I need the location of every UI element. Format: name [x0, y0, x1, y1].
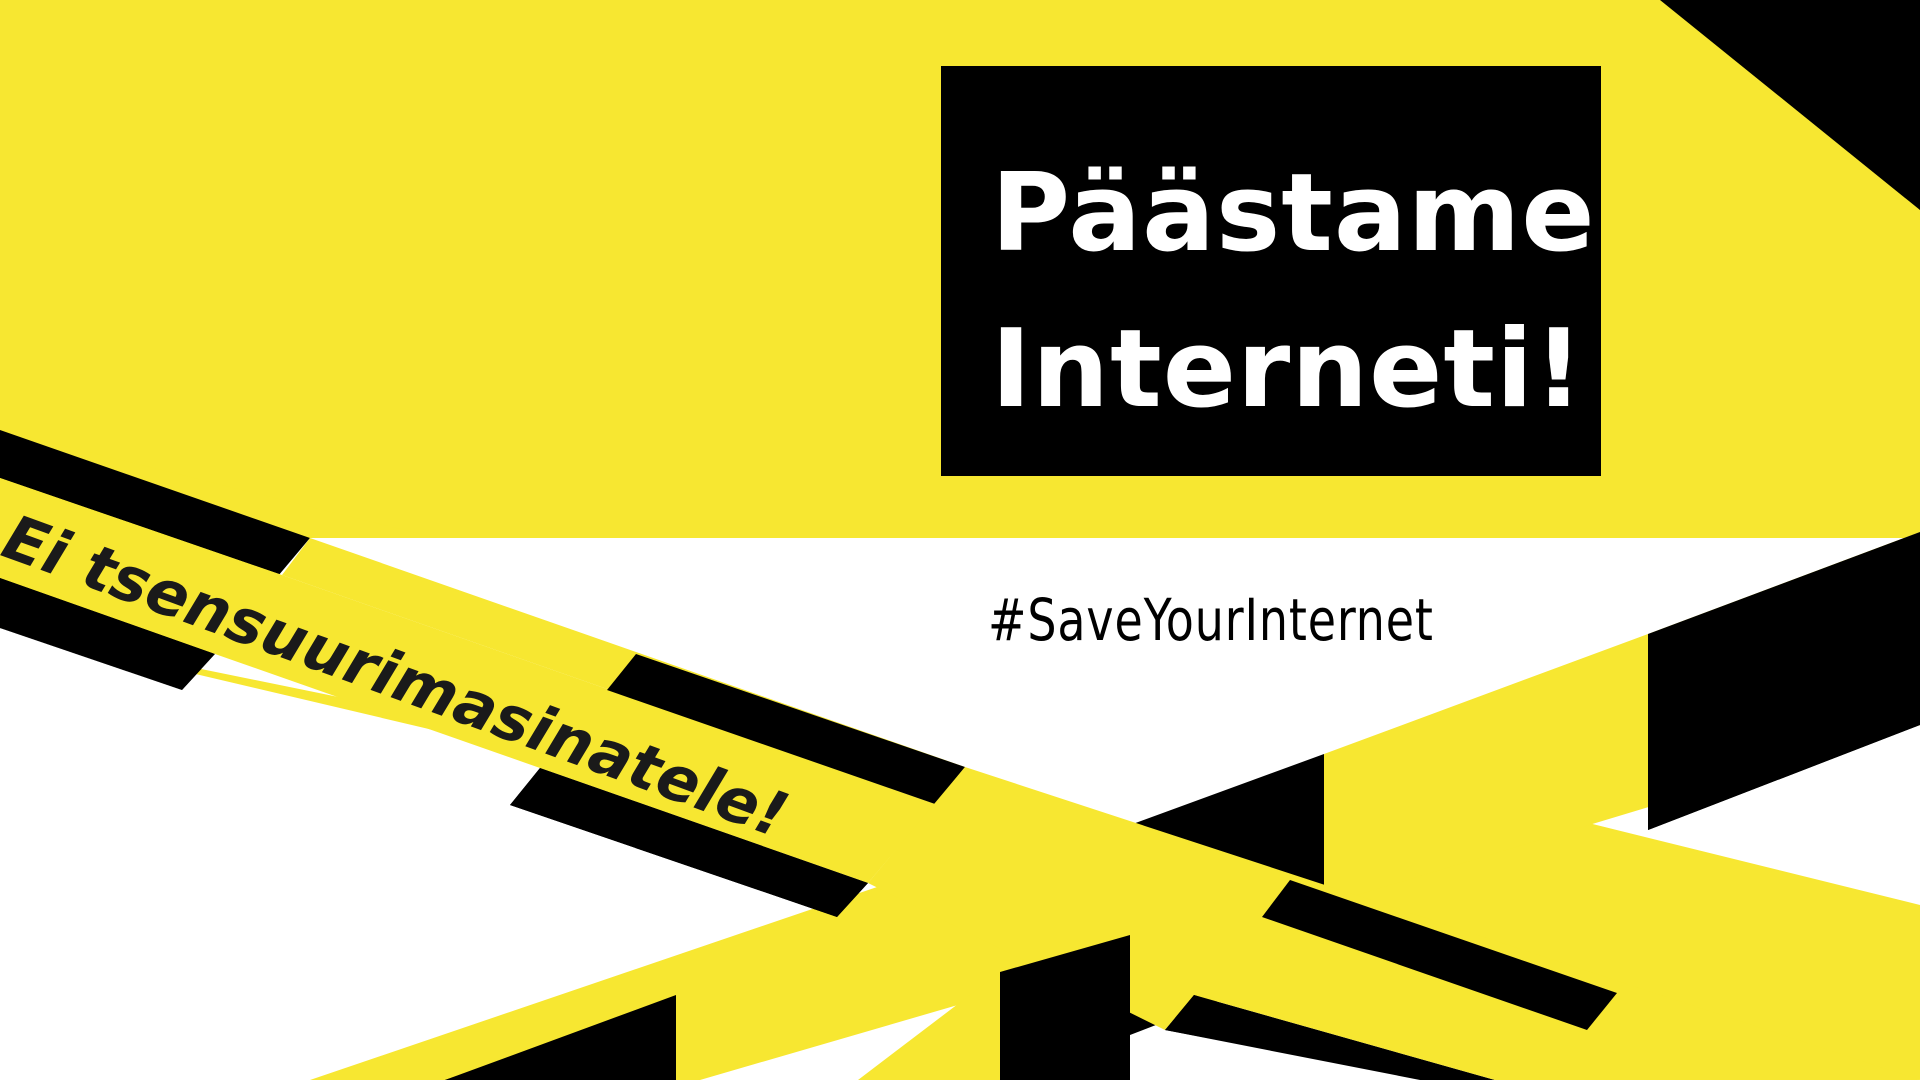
headline-line-2: Interneti!	[991, 307, 1585, 432]
headline-box: Päästame Interneti!	[941, 66, 1601, 476]
headline-line-1: Päästame	[991, 151, 1596, 276]
campaign-banner: Päästame Interneti! #SaveYourInternet Ei…	[0, 0, 1920, 1080]
hashtag: #SaveYourInternet	[988, 586, 1434, 654]
headline: Päästame Interneti!	[991, 136, 1596, 448]
